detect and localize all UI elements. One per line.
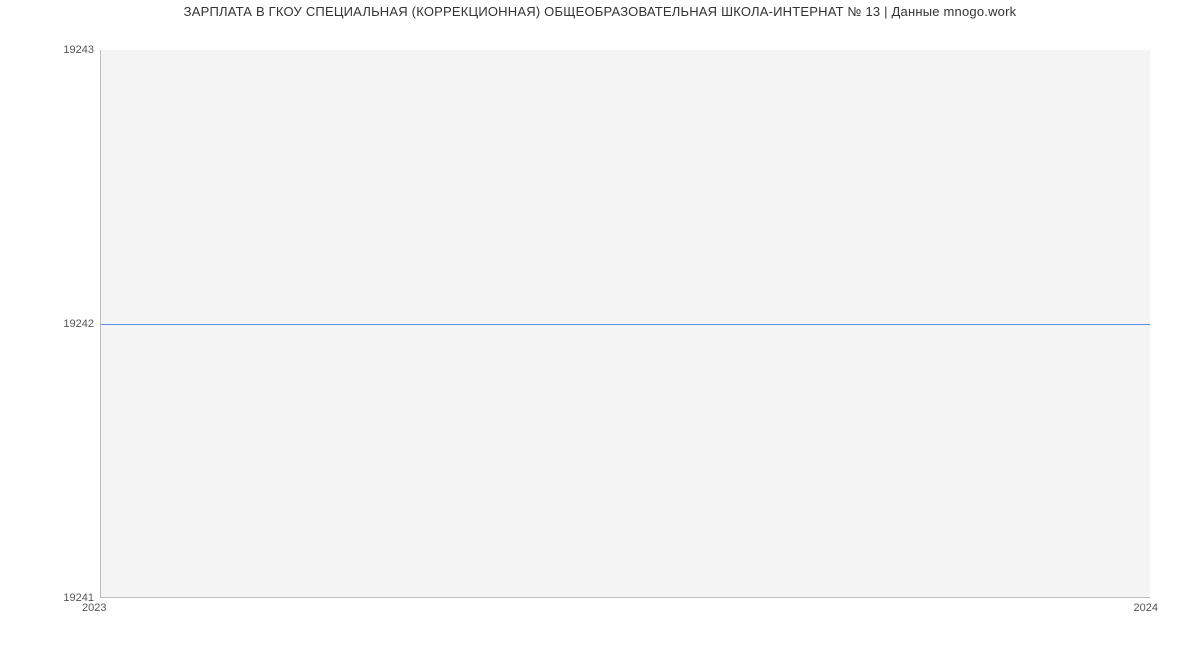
series-line [101, 324, 1150, 325]
salary-chart: ЗАРПЛАТА В ГКОУ СПЕЦИАЛЬНАЯ (КОРРЕКЦИОНН… [0, 0, 1200, 650]
chart-title: ЗАРПЛАТА В ГКОУ СПЕЦИАЛЬНАЯ (КОРРЕКЦИОНН… [0, 4, 1200, 19]
x-tick-label: 2023 [82, 602, 106, 614]
y-tick-label: 19243 [34, 44, 94, 56]
y-tick-label: 19242 [34, 318, 94, 330]
plot-area [100, 50, 1150, 598]
x-tick-label: 2024 [1134, 602, 1158, 614]
